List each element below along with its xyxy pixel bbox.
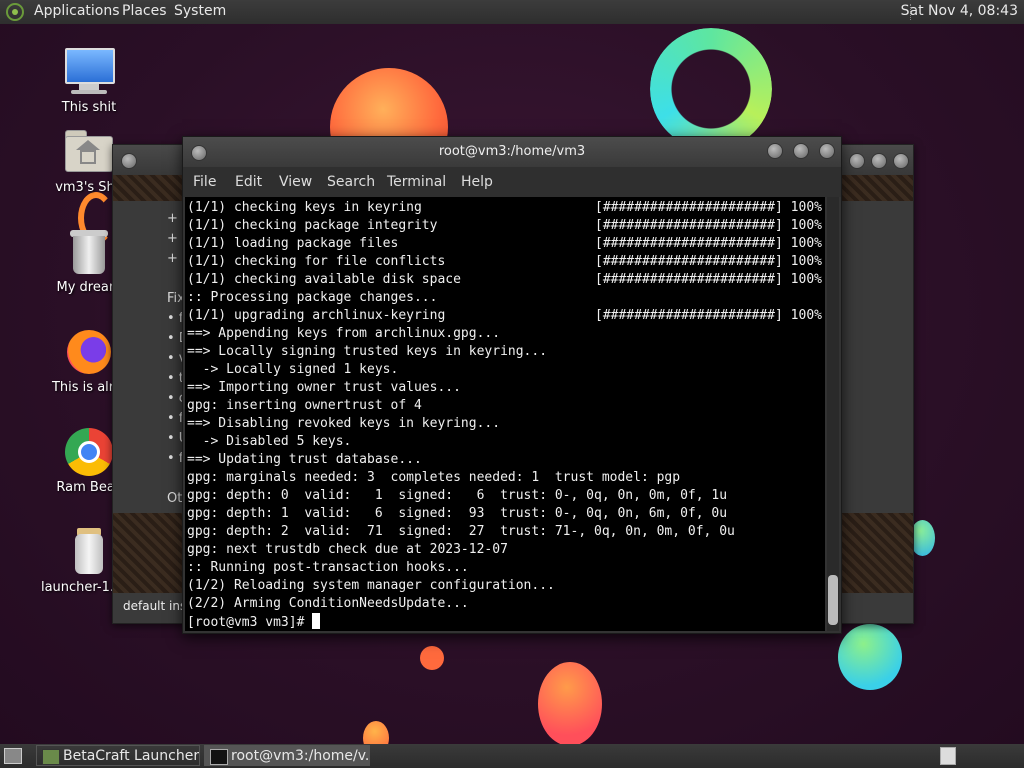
progress-bar-text: [######################] 100% <box>595 236 822 251</box>
terminal-line: gpg: depth: 2 valid: 71 signed: 27 trust… <box>187 524 735 539</box>
changelog-line <box>167 469 183 489</box>
menu-search[interactable]: Search <box>327 174 375 190</box>
changelog-line: Ot <box>167 491 183 506</box>
wallpaper-orb <box>363 721 389 744</box>
minimize-button[interactable] <box>767 143 783 159</box>
changelog-line: + ( <box>167 211 183 226</box>
changelog-line: + l <box>167 251 183 266</box>
prompt-text: [root@vm3 vm3]# <box>187 615 313 630</box>
wallpaper-orb <box>538 662 602 744</box>
taskbar-item-label: BetaCraft Launcher ... <box>63 748 200 764</box>
terminal-line: (1/1) checking package integrity <box>187 218 438 233</box>
changelog-line: • U <box>167 431 183 446</box>
terminal-line: (2/2) Arming ConditionNeedsUpdate... <box>187 596 469 611</box>
window-menu-button[interactable] <box>191 145 207 161</box>
menu-edit[interactable]: Edit <box>235 174 262 190</box>
system-menu[interactable]: System <box>174 3 226 19</box>
betacraft-app-icon <box>42 749 60 765</box>
terminal-line: gpg: depth: 0 valid: 1 signed: 6 trust: … <box>187 488 728 503</box>
menu-terminal[interactable]: Terminal <box>387 174 446 190</box>
taskbar-item-label: root@vm3:/home/v... <box>231 748 370 764</box>
terminal-line: gpg: inserting ownertrust of 4 <box>187 398 422 413</box>
terminal-scrollbar[interactable] <box>827 197 839 631</box>
progress-bar-text: [######################] 100% <box>595 254 822 269</box>
applications-menu[interactable]: Applications <box>34 3 120 19</box>
terminal-titlebar[interactable]: root@vm3:/home/vm3 <box>183 137 841 167</box>
desktop-icon-label: This shit <box>61 100 117 115</box>
show-desktop-icon[interactable] <box>4 748 22 764</box>
changelog-line: • c <box>167 391 183 406</box>
changelog-line <box>167 269 183 289</box>
terminal-line: (1/1) checking keys in keyring <box>187 200 422 215</box>
terminal-line: gpg: marginals needed: 3 completes neede… <box>187 470 681 485</box>
terminal-line: (1/2) Reloading system manager configura… <box>187 578 555 593</box>
maximize-button[interactable] <box>871 153 887 169</box>
terminal-output[interactable]: (1/1) checking keys in keyring [#########… <box>185 197 825 631</box>
terminal-line: :: Processing package changes... <box>187 290 438 305</box>
trash-icon <box>63 226 115 278</box>
text-cursor <box>312 613 321 629</box>
wallpaper-ring <box>650 28 772 150</box>
places-menu[interactable]: Places <box>122 3 167 19</box>
changelog-line: • th <box>167 371 183 386</box>
terminal-line: ==> Importing owner trust values... <box>187 380 461 395</box>
bottom-taskbar: BetaCraft Launcher ... root@vm3:/home/v.… <box>0 744 1024 768</box>
shell-prompt[interactable]: [root@vm3 vm3]# <box>187 613 321 631</box>
computer-icon <box>63 46 115 98</box>
workspace-switcher[interactable] <box>940 747 956 765</box>
progress-bar-text: [######################] 100% <box>595 308 822 323</box>
taskbar-item-betacraft[interactable]: BetaCraft Launcher ... <box>36 745 200 766</box>
menu-help[interactable]: Help <box>461 174 493 190</box>
home-folder-icon <box>63 126 115 178</box>
changelog-line: • v <box>167 351 183 366</box>
close-button[interactable] <box>819 143 835 159</box>
terminal-line: ==> Locally signing trusted keys in keyr… <box>187 344 548 359</box>
terminal-line: -> Disabled 5 keys. <box>187 434 352 449</box>
progress-bar-text: [######################] 100% <box>595 272 822 287</box>
terminal-line: (1/1) checking available disk space <box>187 272 461 287</box>
terminal-line: ==> Updating trust database... <box>187 452 422 467</box>
menu-view[interactable]: View <box>279 174 312 190</box>
wallpaper-orb <box>420 646 444 670</box>
window-menu-button[interactable] <box>121 153 137 169</box>
changelog-panel: + ( + l + l Fix • fi • D • v • th • c • … <box>117 203 183 526</box>
terminal-line: gpg: next trustdb check due at 2023-12-0… <box>187 542 508 557</box>
changelog-line: Fix <box>167 291 183 306</box>
terminal-window[interactable]: root@vm3:/home/vm3 File Edit View Search… <box>182 136 842 634</box>
wallpaper-orb <box>838 624 902 690</box>
status-text: default ins <box>123 599 187 613</box>
scrollbar-thumb[interactable] <box>828 575 838 625</box>
terminal-app-icon <box>210 749 228 765</box>
jar-file-icon <box>63 526 115 578</box>
desktop-icon-computer[interactable]: This shit <box>34 46 144 115</box>
terminal-menubar: File Edit View Search Terminal Help <box>183 167 841 197</box>
chrome-icon <box>63 426 115 478</box>
gnome-foot-icon[interactable] <box>6 3 24 21</box>
menu-file[interactable]: File <box>193 174 216 190</box>
terminal-line: :: Running post-transaction hooks... <box>187 560 469 575</box>
maximize-button[interactable] <box>793 143 809 159</box>
top-panel: Applications Places System Sat Nov 4, 08… <box>0 0 1024 24</box>
minimize-button[interactable] <box>849 153 865 169</box>
changelog-line: + l <box>167 231 183 246</box>
terminal-line: -> Locally signed 1 keys. <box>187 362 399 377</box>
terminal-line: ==> Disabling revoked keys in keyring... <box>187 416 501 431</box>
progress-bar-text: [######################] 100% <box>595 200 822 215</box>
terminal-line: ==> Appending keys from archlinux.gpg... <box>187 326 501 341</box>
terminal-line: (1/1) upgrading archlinux-keyring <box>187 308 446 323</box>
clock[interactable]: Sat Nov 4, 08:43 <box>901 3 1018 19</box>
close-button[interactable] <box>893 153 909 169</box>
taskbar-item-terminal[interactable]: root@vm3:/home/v... <box>204 745 370 766</box>
terminal-line: (1/1) checking for file conflicts <box>187 254 446 269</box>
terminal-line: (1/1) loading package files <box>187 236 399 251</box>
changelog-line: • D <box>167 331 183 346</box>
progress-bar-text: [######################] 100% <box>595 218 822 233</box>
terminal-line: gpg: depth: 1 valid: 6 signed: 93 trust:… <box>187 506 728 521</box>
firefox-icon <box>63 326 115 378</box>
window-title: root@vm3:/home/vm3 <box>438 144 586 159</box>
changelog-line: • fi <box>167 311 183 326</box>
changelog-line: • fi <box>167 411 183 426</box>
changelog-line: • fi <box>167 451 183 466</box>
